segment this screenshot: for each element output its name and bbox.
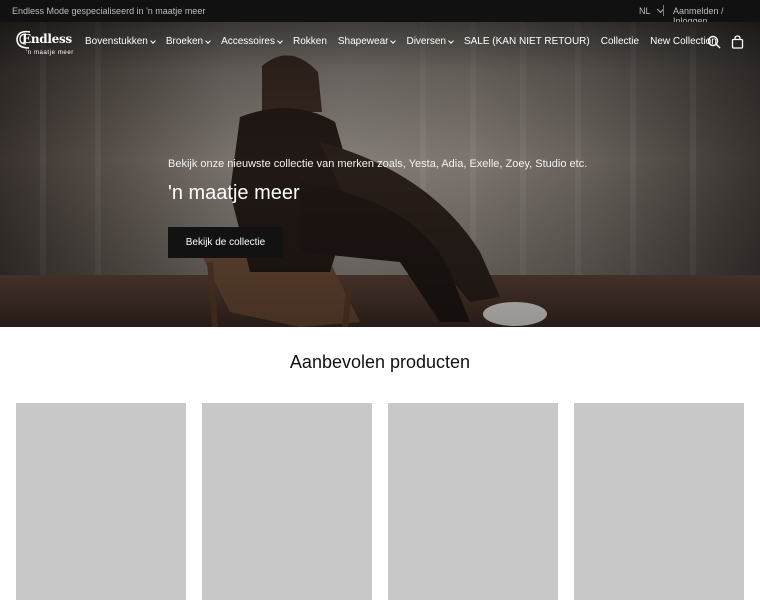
main-nav: Endless 'n maatje meer Bovenstukken Broe…: [0, 22, 760, 62]
nav-item-label: Broeken: [165, 36, 204, 47]
chevron-down-icon: [448, 37, 454, 44]
nav-item-diversen[interactable]: Diversen: [406, 36, 454, 47]
nav-item-label: Rokken: [292, 36, 327, 47]
nav-item-label: Collectie: [600, 36, 640, 47]
chevron-down-icon: [277, 37, 283, 44]
chevron-down-icon: [205, 37, 211, 44]
nav-item-broeken[interactable]: Broeken: [165, 36, 211, 47]
hero-title: 'n maatje meer: [168, 182, 300, 204]
nav-item-shapewear[interactable]: Shapewear: [337, 36, 397, 47]
product-card[interactable]: [388, 403, 558, 600]
logo-brand: Endless: [22, 32, 72, 46]
nav-item-label: SALE (KAN NIET RETOUR): [463, 36, 590, 47]
product-card[interactable]: [574, 403, 744, 600]
product-card[interactable]: [16, 403, 186, 600]
nav-item-label: Diversen: [406, 36, 446, 47]
product-card[interactable]: [202, 403, 372, 600]
nav-item-bovenstukken[interactable]: Bovenstukken: [85, 36, 156, 47]
section-title: Aanbevolen producten: [289, 352, 471, 372]
language-label: NL: [639, 6, 651, 16]
hero-text: Bekijk onze nieuwste collectie van merke…: [168, 158, 588, 204]
shopping-bag-icon[interactable]: [731, 35, 744, 49]
logo[interactable]: Endless 'n maatje meer: [14, 26, 78, 60]
search-icon[interactable]: [707, 35, 721, 49]
nav-item-accessoires[interactable]: Accessoires: [221, 36, 283, 47]
nav-item-collectie[interactable]: Collectie: [601, 36, 639, 47]
view-collection-button[interactable]: Bekijk de collectie: [168, 227, 283, 258]
nav-item-label: Accessoires: [221, 36, 275, 47]
language-selector[interactable]: NL: [639, 5, 664, 16]
chevron-down-icon: [390, 37, 397, 44]
nav-item-label: Bovenstukken: [85, 36, 148, 47]
nav-item-rokken[interactable]: Rokken: [293, 36, 327, 47]
top-bar: Endless Mode gespecialiseerd in 'n maatj…: [0, 0, 760, 26]
hero-subtitle: Bekijk onze nieuwste collectie van merke…: [168, 158, 588, 170]
tagline: Endless Mode gespecialiseerd in 'n maatj…: [12, 6, 206, 16]
divider: [663, 5, 664, 16]
nav-item-sale[interactable]: SALE (KAN NIET RETOUR): [464, 36, 590, 47]
hero-banner: [0, 22, 760, 327]
nav-menu: Bovenstukken Broeken Accessoires Rokken …: [85, 36, 728, 47]
logo-subtitle: 'n maatje meer: [26, 50, 74, 56]
nav-item-label: Shapewear: [337, 36, 389, 47]
chevron-down-icon: [149, 37, 156, 44]
